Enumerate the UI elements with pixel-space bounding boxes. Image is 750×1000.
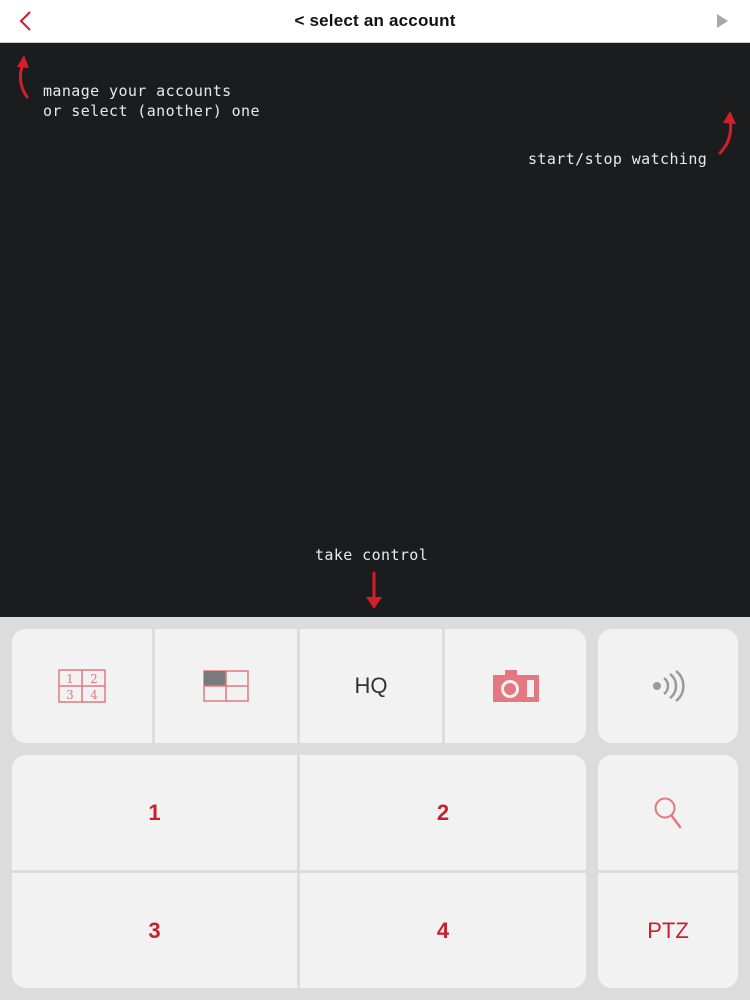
arrow-up-icon xyxy=(718,111,736,155)
svg-text:1: 1 xyxy=(66,672,74,686)
camera-icon xyxy=(492,670,539,702)
single-view-button[interactable] xyxy=(155,629,297,743)
channel-3-button[interactable]: 3 xyxy=(12,873,297,988)
speaker-waves-icon xyxy=(653,670,685,702)
video-view[interactable]: manage your accounts or select (another)… xyxy=(0,43,750,617)
hq-label: HQ xyxy=(354,673,388,698)
toolbar-group: 1 2 3 4 HQ xyxy=(12,629,586,743)
audio-button[interactable] xyxy=(598,629,738,743)
play-icon xyxy=(717,14,728,28)
hint-manage-accounts: manage your accounts or select (another)… xyxy=(43,82,260,120)
channel-label: 2 xyxy=(436,799,450,825)
arrow-up-icon xyxy=(17,55,29,99)
audio-panel xyxy=(598,629,738,743)
ptz-button[interactable]: PTZ xyxy=(598,873,738,988)
page-title[interactable]: < select an account xyxy=(0,11,750,31)
hq-button[interactable]: HQ xyxy=(300,629,442,743)
arrow-down-icon xyxy=(366,571,382,609)
side-controls: PTZ xyxy=(598,755,738,988)
ptz-label: PTZ xyxy=(647,917,689,943)
zoom-button[interactable] xyxy=(598,755,738,870)
start-stop-button[interactable] xyxy=(714,13,730,29)
svg-text:2: 2 xyxy=(90,672,98,686)
navigation-bar: < select an account xyxy=(0,0,750,43)
channel-grid: 1 2 3 4 xyxy=(12,755,586,988)
layout-single-icon xyxy=(203,670,249,702)
hint-take-control: take control xyxy=(315,546,429,564)
magnifier-icon xyxy=(654,797,682,828)
quad-view-button[interactable]: 1 2 3 4 xyxy=(12,629,152,743)
grid-1-2-3-4-icon: 1 2 3 4 xyxy=(58,669,106,703)
channel-1-button[interactable]: 1 xyxy=(12,755,297,870)
hint-start-stop: start/stop watching xyxy=(528,150,708,168)
channel-label: 4 xyxy=(436,917,450,943)
channel-2-button[interactable]: 2 xyxy=(300,755,586,870)
svg-text:3: 3 xyxy=(66,688,74,702)
snapshot-button[interactable] xyxy=(445,629,586,743)
channel-label: 1 xyxy=(148,799,161,825)
channel-label: 3 xyxy=(148,917,161,943)
channel-4-button[interactable]: 4 xyxy=(300,873,586,988)
controls-panel: 1 2 3 4 HQ 1 2 3 4 PTZ xyxy=(0,617,750,1000)
svg-text:4: 4 xyxy=(90,688,98,702)
